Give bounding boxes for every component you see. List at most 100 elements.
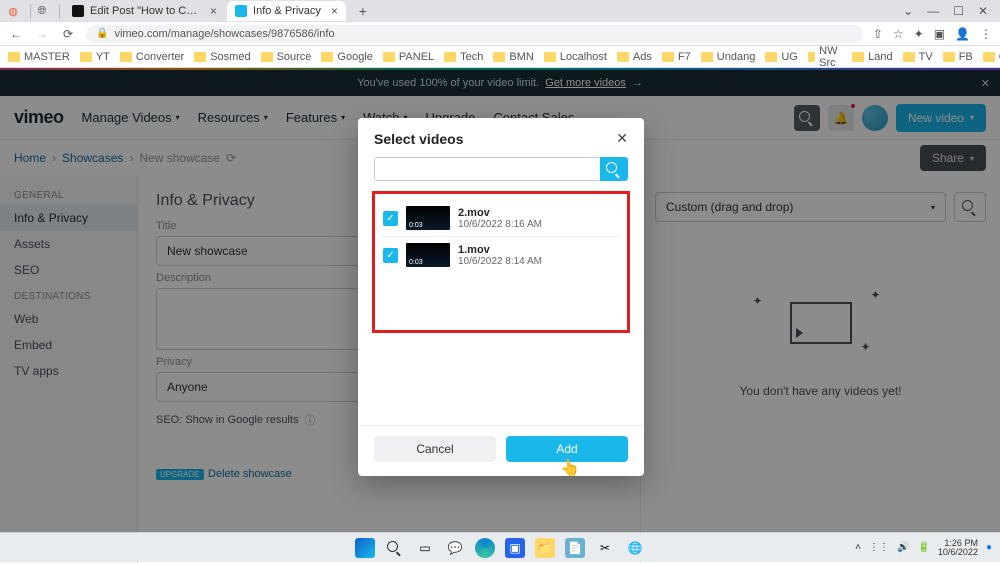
bookmark[interactable]: NW Src (808, 45, 842, 69)
bookmark[interactable]: Tech (444, 51, 483, 63)
folder-icon (903, 52, 915, 62)
close-icon[interactable]: ✕ (616, 130, 628, 147)
folder-icon (321, 52, 333, 62)
video-date: 10/6/2022 8:14 AM (458, 256, 542, 267)
folder-icon (701, 52, 713, 62)
video-date: 10/6/2022 8:16 AM (458, 219, 542, 230)
folder-icon (617, 52, 629, 62)
browser-toolbar: ← → ⟳ 🔒 vimeo.com/manage/showcases/98765… (0, 22, 1000, 46)
edge-icon[interactable] (475, 538, 495, 558)
duration-badge: 0:03 (406, 221, 426, 230)
star-icon[interactable]: ☆ (893, 27, 904, 41)
modal-search-button[interactable] (600, 157, 628, 181)
back-icon[interactable]: ← (8, 26, 24, 42)
battery-icon[interactable]: 🔋 (917, 542, 929, 553)
reload-icon[interactable]: ⟳ (60, 26, 76, 42)
close-icon[interactable]: × (210, 4, 217, 18)
page-content: You've used 100% of your video limit. Ge… (0, 68, 1000, 562)
bookmark[interactable]: Land (852, 51, 892, 63)
bookmark[interactable]: Google (321, 51, 372, 63)
bookmark[interactable]: Undang (701, 51, 756, 63)
search-icon[interactable] (385, 538, 405, 558)
bookmark[interactable]: Source (261, 51, 312, 63)
wp-favicon (72, 5, 84, 17)
bookmark[interactable]: PANEL (383, 51, 434, 63)
folder-icon (544, 52, 556, 62)
folder-icon (120, 52, 132, 62)
video-row[interactable]: ✓ 0:03 1.mov 10/6/2022 8:14 AM (381, 237, 621, 273)
duration-badge: 0:03 (406, 258, 426, 267)
folder-icon (493, 52, 505, 62)
maximize-icon[interactable]: ☐ (953, 4, 964, 18)
folder-icon (662, 52, 674, 62)
windows-taskbar: ▭ 💬 ▣ 📁 📄 ✂ 🌐 ˄ ⋮⋮ 🔊 🔋 1:26 PM 10/6/2022… (0, 532, 1000, 562)
address-bar[interactable]: 🔒 vimeo.com/manage/showcases/9876586/inf… (86, 25, 863, 43)
bookmark[interactable]: YT (80, 51, 110, 63)
volume-icon[interactable]: 🔊 (897, 542, 909, 553)
bookmark[interactable]: Sosmed (194, 51, 250, 63)
bookmark[interactable]: UG (765, 51, 798, 63)
explorer-icon[interactable]: 📁 (535, 538, 555, 558)
modal-title: Select videos (374, 131, 464, 147)
bookmark[interactable]: BMN (493, 51, 533, 63)
ext-icon-globe[interactable]: 🌐︎ (35, 4, 49, 18)
notification-center-icon[interactable]: ● (986, 542, 992, 553)
kebab-icon[interactable]: ⋮ (980, 27, 992, 41)
bookmark[interactable]: Ads (617, 51, 652, 63)
vimeo-favicon (235, 5, 247, 17)
cancel-button[interactable]: Cancel (374, 436, 496, 462)
video-name: 2.mov (458, 207, 542, 219)
minimize-icon[interactable]: — (927, 4, 939, 18)
share-icon[interactable]: ⇧ (873, 27, 883, 41)
system-clock[interactable]: 1:26 PM 10/6/2022 (938, 539, 978, 557)
folder-icon (80, 52, 92, 62)
folder-icon (383, 52, 395, 62)
chat-icon[interactable]: 💬 (445, 538, 465, 558)
bookmark[interactable]: TV (903, 51, 933, 63)
chrome-icon[interactable]: 🌐 (625, 538, 645, 558)
url-text: vimeo.com/manage/showcases/9876586/info (114, 28, 334, 40)
tray-chevron-icon[interactable]: ˄ (855, 542, 861, 553)
folder-icon (852, 52, 864, 62)
bookmark[interactable]: F7 (662, 51, 691, 63)
tab-2-active[interactable]: Info & Privacy × (227, 1, 346, 21)
tab-1-title: Edit Post "How to Create a Playli... (90, 5, 200, 17)
video-name: 1.mov (458, 244, 542, 256)
ext-icon-hubspot[interactable]: ◍ (6, 4, 20, 18)
snipping-icon[interactable]: ✂ (595, 538, 615, 558)
chevron-down-icon[interactable]: ⌄ (903, 4, 913, 18)
bookmark[interactable]: MASTER (8, 51, 70, 63)
search-icon (606, 162, 622, 176)
tab-1[interactable]: Edit Post "How to Create a Playli... × (64, 1, 225, 21)
folder-icon (261, 52, 273, 62)
new-tab-button[interactable]: + (354, 2, 372, 20)
video-row[interactable]: ✓ 0:03 2.mov 10/6/2022 8:16 AM (381, 200, 621, 237)
close-icon[interactable]: ✕ (978, 4, 988, 18)
close-icon[interactable]: × (331, 4, 338, 18)
bookmark[interactable]: FB (943, 51, 973, 63)
app-icon[interactable]: ▣ (505, 538, 525, 558)
forward-icon[interactable]: → (34, 26, 50, 42)
modal-search-input[interactable] (374, 157, 600, 181)
task-view-icon[interactable]: ▭ (415, 538, 435, 558)
checkbox-checked[interactable]: ✓ (383, 211, 398, 226)
wifi-icon[interactable]: ⋮⋮ (869, 542, 889, 553)
extensions-icon[interactable]: ✦ (914, 27, 924, 41)
video-thumbnail: 0:03 (406, 243, 450, 267)
add-button[interactable]: Add (506, 436, 628, 462)
panel-icon[interactable]: ▣ (934, 27, 945, 41)
lock-icon: 🔒 (96, 28, 108, 39)
start-button[interactable] (355, 538, 375, 558)
select-videos-modal: Select videos ✕ ✓ 0:03 2.mov 10/6/2022 8… (358, 118, 644, 476)
browser-tabstrip: ◍ 🌐︎ Edit Post "How to Create a Playli..… (0, 0, 1000, 22)
folder-icon (765, 52, 777, 62)
profile-icon[interactable]: 👤 (955, 27, 970, 41)
video-thumbnail: 0:03 (406, 206, 450, 230)
bookmark[interactable]: Gov (983, 51, 1000, 63)
notepad-icon[interactable]: 📄 (565, 538, 585, 558)
bookmark[interactable]: Converter (120, 51, 184, 63)
bookmark[interactable]: Localhost (544, 51, 607, 63)
checkbox-checked[interactable]: ✓ (383, 248, 398, 263)
folder-icon (808, 52, 815, 62)
folder-icon (983, 52, 995, 62)
